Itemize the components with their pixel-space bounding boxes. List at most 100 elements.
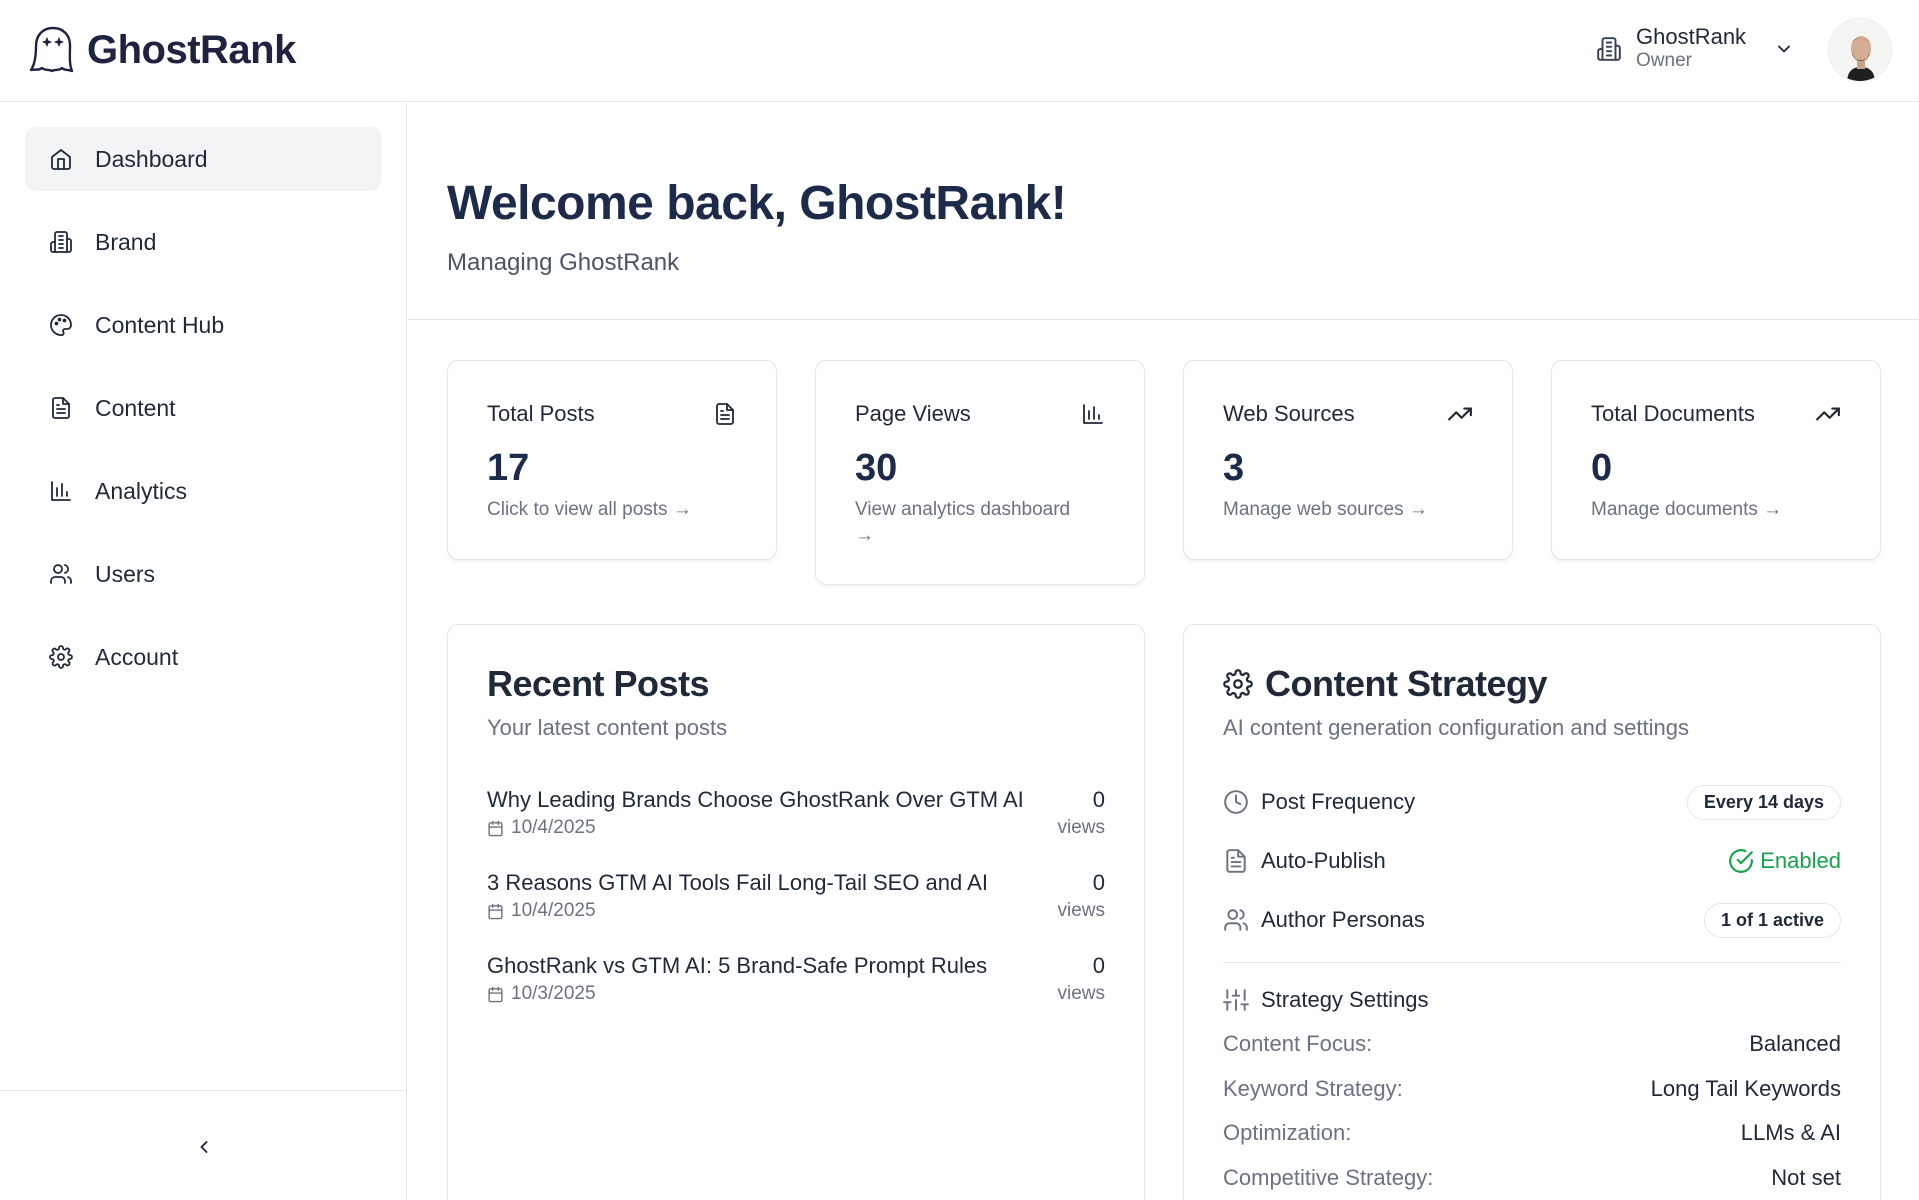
welcome-section: Welcome back, GhostRank! Managing GhostR…: [408, 103, 1919, 320]
post-date-text: 10/4/2025: [511, 817, 596, 838]
post-date: 10/4/2025: [487, 817, 596, 839]
post-title[interactable]: Why Leading Brands Choose GhostRank Over…: [487, 787, 1024, 813]
post-views-count: 0: [1092, 953, 1105, 978]
recent-posts-title: Recent Posts: [487, 663, 710, 704]
sidebar-item-analytics[interactable]: Analytics: [25, 459, 381, 523]
collapse-sidebar-button[interactable]: [190, 1133, 218, 1161]
setting-value: Long Tail Keywords: [1650, 1076, 1841, 1101]
stat-title: Page Views: [855, 401, 971, 426]
stat-title: Total Posts: [487, 401, 595, 426]
users-icon: [1223, 907, 1249, 933]
post-views-label: views: [1057, 900, 1105, 921]
setting-value: LLMs & AI: [1740, 1120, 1841, 1145]
setting-label: Content Focus:: [1223, 1031, 1373, 1056]
building-icon: [1596, 36, 1622, 62]
sidebar-item-account[interactable]: Account: [25, 625, 381, 689]
post-frequency-badge: Every 14 days: [1686, 784, 1841, 820]
building-icon: [49, 230, 73, 254]
setting-label: Competitive Strategy:: [1223, 1165, 1434, 1190]
stat-title: Web Sources: [1223, 401, 1355, 426]
org-role: Owner: [1636, 50, 1692, 72]
post-date: 10/4/2025: [487, 900, 596, 922]
file-text-icon: [1223, 848, 1249, 874]
users-icon: [49, 562, 73, 586]
chevron-left-icon: [194, 1137, 214, 1157]
gear-icon: [49, 645, 73, 669]
avatar[interactable]: [1828, 18, 1892, 82]
auto-publish-label: Auto-Publish: [1261, 848, 1386, 873]
auto-publish-row: Auto-Publish Enabled: [1223, 843, 1841, 879]
stat-card-web-sources[interactable]: Web Sources 3 Manage web sources →: [1183, 360, 1513, 560]
recent-posts-panel: Recent Posts Your latest content posts W…: [447, 624, 1145, 1200]
sidebar-item-users[interactable]: Users: [25, 542, 381, 606]
sidebar-item-label: Account: [95, 643, 179, 670]
stat-value: 0: [1591, 447, 1613, 489]
sidebar-item-content-hub[interactable]: Content Hub: [25, 293, 381, 357]
status-badge: Enabled: [1728, 848, 1841, 874]
calendar-icon: [487, 903, 504, 920]
post-date: 10/3/2025: [487, 983, 596, 1005]
trending-up-icon: [1815, 401, 1841, 427]
stat-link[interactable]: Click to view all posts →: [487, 497, 737, 523]
org-name: GhostRank: [1636, 24, 1747, 49]
author-personas-badge: 1 of 1 active: [1703, 902, 1841, 938]
content-strategy-panel: Content Strategy AI content generation c…: [1183, 624, 1881, 1200]
stat-value: 17: [487, 447, 530, 489]
stat-link[interactable]: View analytics dashboard →: [855, 497, 1094, 548]
logo[interactable]: GhostRank: [25, 24, 296, 76]
content-strategy-title: Content Strategy: [1265, 663, 1548, 704]
author-personas-label: Author Personas: [1261, 907, 1425, 932]
post-views-count: 0: [1092, 870, 1105, 895]
list-item[interactable]: 3 Reasons GTM AI Tools Fail Long-Tail SE…: [487, 870, 1105, 930]
top-header: GhostRank GhostRank Owner: [0, 0, 1919, 102]
sidebar-item-content[interactable]: Content: [25, 376, 381, 440]
file-text-icon: [713, 402, 737, 426]
post-views-label: views: [1057, 817, 1105, 838]
page-subtitle: Managing GhostRank: [447, 249, 680, 276]
setting-row-optimization: Optimization: LLMs & AI: [1223, 1118, 1841, 1148]
author-personas-row: Author Personas 1 of 1 active: [1223, 902, 1841, 938]
ghost-icon: [25, 24, 75, 76]
sidebar-footer: [0, 1090, 406, 1200]
setting-value: Not set: [1771, 1165, 1841, 1190]
stat-value: 3: [1223, 447, 1245, 489]
sidebar-nav: Dashboard Brand Content Hub Content Anal…: [25, 127, 381, 708]
gear-icon: [1223, 669, 1253, 699]
stat-link[interactable]: Manage web sources →: [1223, 497, 1473, 523]
bar-chart-icon: [49, 479, 73, 503]
content-strategy-subtitle: AI content generation configuration and …: [1223, 715, 1689, 740]
sidebar-item-label: Content: [95, 394, 176, 421]
post-views-label: views: [1057, 983, 1105, 1004]
sidebar-item-label: Content Hub: [95, 311, 225, 338]
logo-text: GhostRank: [87, 27, 296, 72]
trending-up-icon: [1447, 401, 1473, 427]
sliders-icon: [1223, 987, 1249, 1013]
post-title[interactable]: 3 Reasons GTM AI Tools Fail Long-Tail SE…: [487, 870, 988, 896]
home-icon: [49, 147, 73, 171]
setting-row-competitive-strategy: Competitive Strategy: Not set: [1223, 1163, 1841, 1193]
strategy-settings-title: Strategy Settings: [1261, 987, 1429, 1012]
palette-icon: [49, 313, 73, 337]
sidebar: Dashboard Brand Content Hub Content Anal…: [0, 103, 407, 1200]
post-views-count: 0: [1092, 787, 1105, 812]
sidebar-item-label: Brand: [95, 228, 157, 255]
clock-icon: [1223, 789, 1249, 815]
org-switcher[interactable]: GhostRank Owner: [1596, 24, 1794, 73]
calendar-icon: [487, 820, 504, 837]
list-item[interactable]: GhostRank vs GTM AI: 5 Brand-Safe Prompt…: [487, 953, 1105, 1013]
post-date-text: 10/3/2025: [511, 983, 596, 1004]
content-strategy-heading: Content Strategy: [1223, 663, 1548, 705]
bar-chart-icon: [1081, 402, 1105, 426]
chevron-down-icon: [1774, 39, 1794, 59]
stat-card-total-documents[interactable]: Total Documents 0 Manage documents →: [1551, 360, 1881, 560]
post-title[interactable]: GhostRank vs GTM AI: 5 Brand-Safe Prompt…: [487, 953, 987, 979]
stat-link[interactable]: Manage documents →: [1591, 497, 1841, 523]
sidebar-item-dashboard[interactable]: Dashboard: [25, 127, 381, 191]
stat-card-total-posts[interactable]: Total Posts 17 Click to view all posts →: [447, 360, 777, 560]
post-frequency-label: Post Frequency: [1261, 789, 1416, 814]
setting-value: Balanced: [1749, 1031, 1841, 1056]
stat-card-page-views[interactable]: Page Views 30 View analytics dashboard →: [815, 360, 1145, 585]
main-content: Welcome back, GhostRank! Managing GhostR…: [408, 103, 1919, 1200]
list-item[interactable]: Why Leading Brands Choose GhostRank Over…: [487, 787, 1105, 847]
sidebar-item-brand[interactable]: Brand: [25, 210, 381, 274]
